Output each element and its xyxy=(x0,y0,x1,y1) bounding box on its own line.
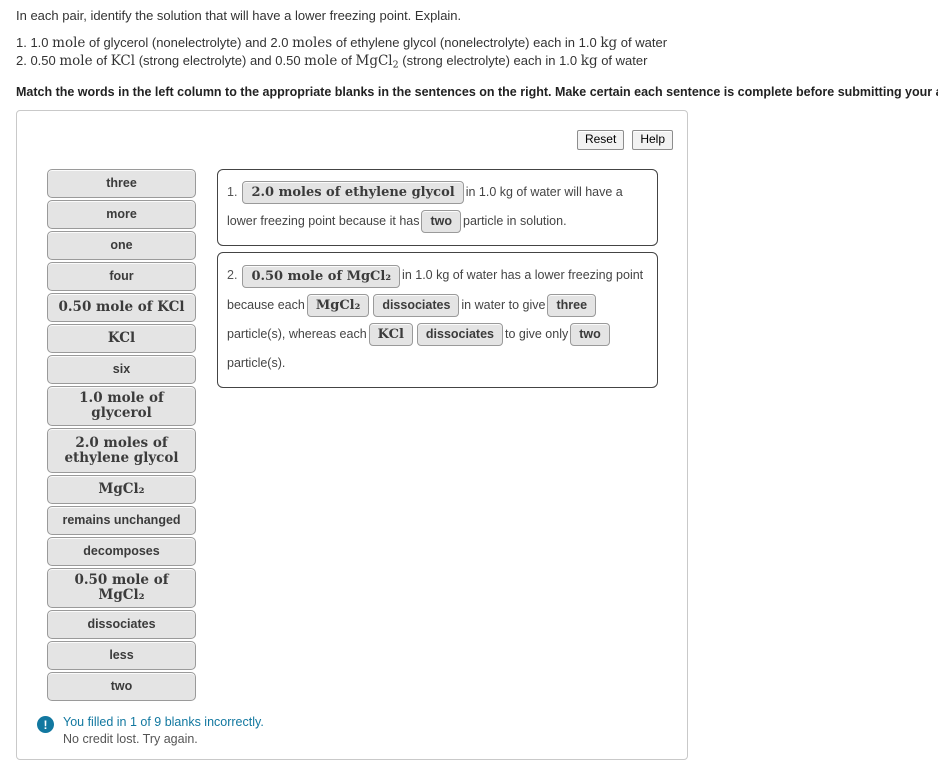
word-bank-chip-label: 1.0 mole of glycerol xyxy=(79,390,164,421)
feedback-message: ! You filled in 1 of 9 blanks incorrectl… xyxy=(37,714,264,748)
word-bank-chip-label: six xyxy=(112,362,131,376)
question-pairs: 1. 1.0 mole of glycerol (nonelectrolyte)… xyxy=(16,34,667,73)
sentence-box-1: 1. 2.0 moles of ethylene glycol in 1.0 kg … xyxy=(217,169,658,247)
word-bank-chip[interactable]: MgCl₂ xyxy=(47,475,196,504)
word-bank-chip-label: less xyxy=(109,648,134,662)
word-bank-chip-label: dissociates xyxy=(87,617,156,631)
pair2-mgcl2: MgCl2 xyxy=(355,53,399,70)
word-bank-chip-label: 0.50 mole of MgCl₂ xyxy=(74,572,169,603)
pair2-mgcl2-text: MgCl xyxy=(355,53,393,69)
reset-button[interactable]: Reset xyxy=(576,130,625,150)
word-bank-chip-label: more xyxy=(106,207,137,221)
word-bank-chip-label: KCl xyxy=(107,330,136,346)
word-bank-chip[interactable]: 0.50 mole of KCl xyxy=(47,293,196,322)
word-bank-chip[interactable]: KCl xyxy=(47,324,196,353)
word-bank-chip[interactable]: 2.0 moles of ethylene glycol xyxy=(47,428,196,473)
word-bank-chip-label: two xyxy=(110,679,133,693)
sentence-2-text-3: particle(s), whereas each xyxy=(227,327,367,342)
pair1-pre: 1. 1.0 xyxy=(16,35,53,50)
word-bank-chip[interactable]: 0.50 mole of MgCl₂ xyxy=(47,568,196,608)
word-bank-chip-label: 0.50 mole of KCl xyxy=(58,299,185,315)
pair1-mid2: of ethylene glycol (nonelectrolyte) each… xyxy=(332,35,601,50)
pair1-mole: mole xyxy=(52,35,86,51)
exclamation-icon: ! xyxy=(37,716,54,733)
feedback-line-2: No credit lost. Try again. xyxy=(63,732,198,746)
word-bank-chip-label: 2.0 moles of ethylene glycol xyxy=(64,434,179,466)
word-bank-chip[interactable]: dissociates xyxy=(47,610,196,639)
question-pair-2: 2. 0.50 mole of KCl (strong electrolyte)… xyxy=(16,52,667,73)
word-bank-chip[interactable]: 1.0 mole of glycerol xyxy=(47,386,196,426)
sentence-box-2: 2. 0.50 mole of MgCl₂ in 1.0 kg of water h… xyxy=(217,252,658,389)
word-bank-chip-label: remains unchanged xyxy=(62,513,181,527)
word-bank-chip[interactable]: more xyxy=(47,200,196,229)
help-button[interactable]: Help xyxy=(632,130,673,150)
sentence-2-blank-3[interactable]: dissociates xyxy=(373,293,460,317)
word-bank: three more one four 0.50 mole of KCl KCl six 1.… xyxy=(47,169,196,703)
pair2-mole-2: mole xyxy=(304,53,338,69)
sentence-2-blank-6[interactable]: dissociates xyxy=(416,323,503,347)
pair1-mid1: of glycerol (nonelectrolyte) and 2.0 xyxy=(85,35,293,50)
sentence-1-blank-1[interactable]: 2.0 moles of ethylene glycol xyxy=(242,181,464,205)
word-bank-chip-label: MgCl₂ xyxy=(98,481,145,497)
toolbar: Reset Help xyxy=(576,130,673,150)
sentence-2-blank-7[interactable]: two xyxy=(570,323,610,347)
sentence-1-blank-2[interactable]: two xyxy=(421,210,462,234)
sentence-2-blank-4[interactable]: three xyxy=(547,293,597,317)
pair2-mid2: (strong electrolyte) and 0.50 xyxy=(135,53,305,68)
word-bank-chip[interactable]: one xyxy=(47,231,196,260)
pair1-end: of water xyxy=(617,35,668,50)
word-bank-chip[interactable]: three xyxy=(47,169,196,198)
sentence-1-text-2: particle in solution. xyxy=(463,214,567,229)
question-prompt: In each pair, identify the solution that… xyxy=(16,8,462,23)
sentence-1-number: 1. xyxy=(227,185,238,199)
match-instruction: Match the words in the left column to th… xyxy=(16,85,938,99)
sentence-list: 1. 2.0 moles of ethylene glycol in 1.0 kg … xyxy=(217,169,658,394)
sentence-2-text-4: to give only xyxy=(505,327,569,342)
question-pair-1: 1. 1.0 mole of glycerol (nonelectrolyte)… xyxy=(16,34,667,52)
pair2-mole-1: mole xyxy=(59,53,93,69)
word-bank-chip[interactable]: remains unchanged xyxy=(47,506,196,535)
word-bank-chip[interactable]: decomposes xyxy=(47,537,196,566)
word-bank-chip[interactable]: four xyxy=(47,262,196,291)
pair2-kg: kg xyxy=(580,53,598,69)
sentence-2-blank-2[interactable]: MgCl₂ xyxy=(306,293,370,317)
word-bank-chip[interactable]: two xyxy=(47,672,196,701)
page-root: In each pair, identify the solution that… xyxy=(0,0,938,778)
word-bank-chip[interactable]: less xyxy=(47,641,196,670)
word-bank-chip-label: one xyxy=(110,238,133,252)
pair2-mid1: of xyxy=(92,53,111,68)
pair2-pre: 2. 0.50 xyxy=(16,53,60,68)
pair2-mid4: (strong electrolyte) each in 1.0 xyxy=(398,53,581,68)
sentence-2-text-2: in water to give xyxy=(461,297,546,312)
feedback-line-1: You filled in 1 of 9 blanks incorrectly. xyxy=(63,715,264,729)
pair2-end: of water xyxy=(597,53,648,68)
pair2-mid3: of xyxy=(337,53,356,68)
sentence-2-blank-1[interactable]: 0.50 mole of MgCl₂ xyxy=(242,264,401,288)
pair2-kcl: KCl xyxy=(110,53,136,69)
pair1-moles: moles xyxy=(292,35,333,51)
word-bank-chip-label: decomposes xyxy=(83,544,160,558)
exclamation-glyph: ! xyxy=(43,717,48,732)
sentence-2-text-5: particle(s). xyxy=(227,356,286,371)
word-bank-chip[interactable]: six xyxy=(47,355,196,384)
word-bank-chip-label: three xyxy=(106,176,137,190)
word-bank-chip-label: four xyxy=(109,269,134,283)
sentence-2-number: 2. xyxy=(227,268,238,283)
pair1-kg: kg xyxy=(600,35,618,51)
feedback-text: You filled in 1 of 9 blanks incorrectly.… xyxy=(63,714,264,748)
sentence-2-blank-5[interactable]: KCl xyxy=(368,323,413,347)
matching-exercise-card: Reset Help three more one four 0.50 mole of … xyxy=(16,110,688,760)
